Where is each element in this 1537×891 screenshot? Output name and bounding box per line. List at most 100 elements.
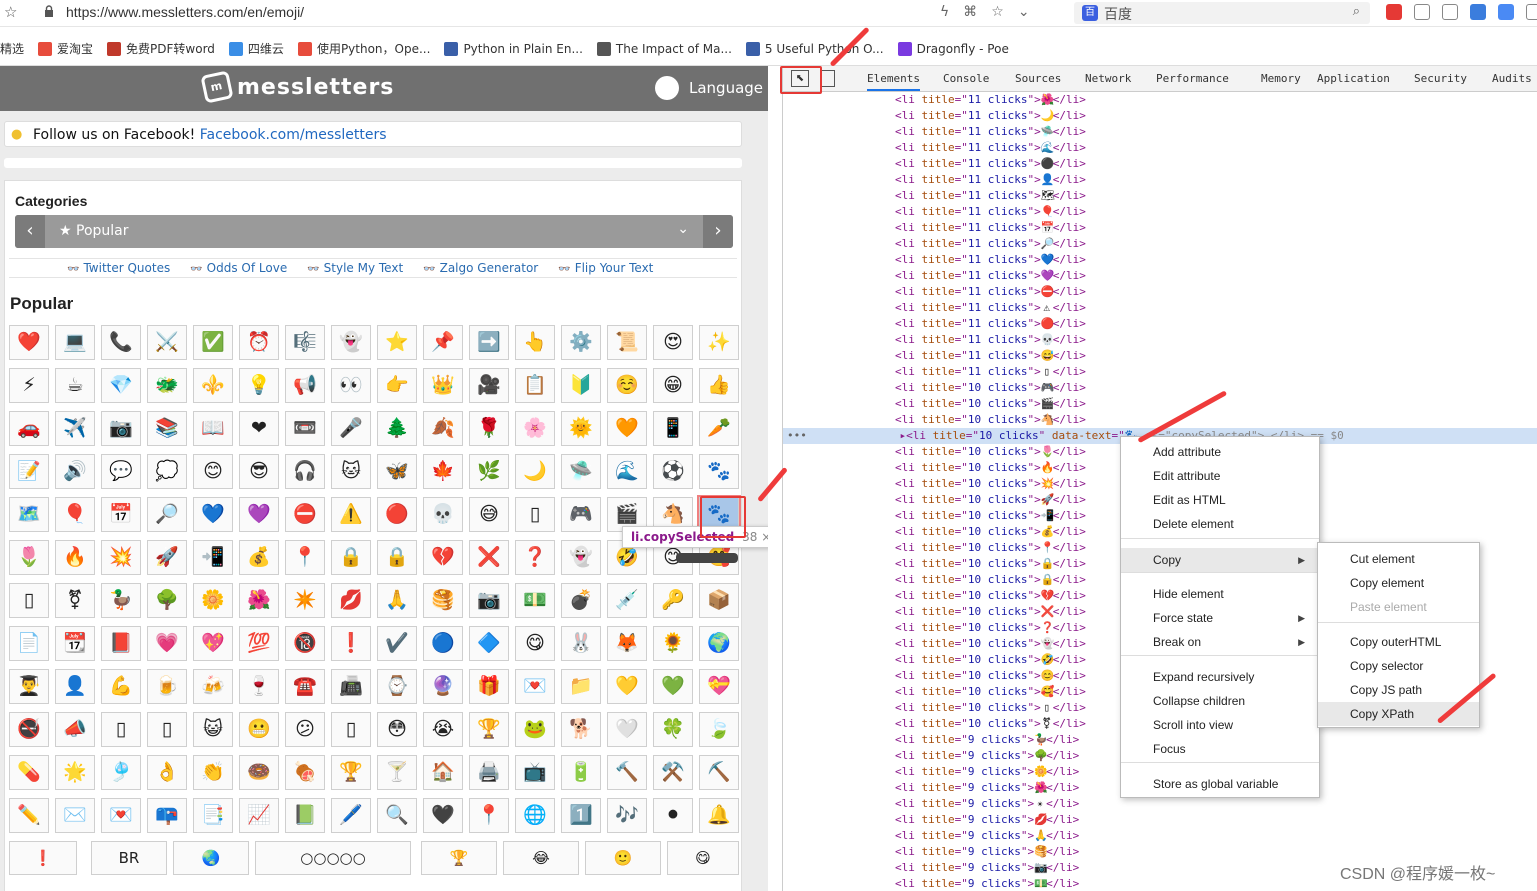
emoji-cell[interactable]: 😊 bbox=[193, 454, 233, 489]
emoji-cell[interactable]: 🔑 bbox=[653, 583, 693, 618]
chevron-down-icon[interactable]: ⌄ bbox=[677, 221, 689, 237]
emoji-cell[interactable]: 📆 bbox=[55, 626, 95, 661]
emoji-cell[interactable]: 📜 bbox=[607, 325, 647, 360]
dom-node-line[interactable]: <li title="10 clicks">🔒</li> bbox=[895, 556, 1086, 572]
dom-node-line[interactable]: <li title="10 clicks">🎮</li> bbox=[895, 380, 1086, 396]
emoji-cell[interactable]: 👉 bbox=[377, 368, 417, 403]
menu-item[interactable]: Edit as HTML bbox=[1121, 488, 1319, 512]
dom-node-line[interactable]: <li title="11 clicks">📅</li> bbox=[895, 220, 1086, 236]
emoji-cell[interactable]: 💣 bbox=[561, 583, 601, 618]
emoji-cell[interactable]: ❓ bbox=[515, 540, 555, 575]
facebook-link[interactable]: Facebook.com/messletters bbox=[200, 127, 387, 143]
emoji-cell[interactable]: 🍺 bbox=[147, 669, 187, 704]
emoji-cell[interactable]: 🍀 bbox=[653, 712, 693, 747]
emoji-cell[interactable]: 🌿 bbox=[469, 454, 509, 489]
emoji-cell[interactable]: 🔒 bbox=[331, 540, 371, 575]
bookmark-star-icon[interactable]: ☆ bbox=[4, 3, 17, 21]
translate-icon[interactable]: ⌘ bbox=[963, 4, 977, 20]
emoji-cell[interactable]: 🎤 bbox=[331, 411, 371, 446]
emoji-cell[interactable]: ☺️ bbox=[607, 368, 647, 403]
emoji-cell[interactable]: ☕ bbox=[55, 368, 95, 403]
emoji-cell[interactable]: 🔎 bbox=[147, 497, 187, 532]
emoji-cell[interactable]: ▯ bbox=[515, 497, 555, 532]
emoji-cell[interactable]: 📱 bbox=[653, 411, 693, 446]
emoji-cell[interactable]: 🌳 bbox=[147, 583, 187, 618]
dom-node-line[interactable]: <li title="10 clicks">😊</li> bbox=[895, 668, 1086, 684]
emoji-cell[interactable]: 😕 bbox=[285, 712, 325, 747]
dom-node-line[interactable]: <li title="10 clicks">💰</li> bbox=[895, 524, 1086, 540]
emoji-cell[interactable]: 💯 bbox=[239, 626, 279, 661]
emoji-cell[interactable]: 🌻 bbox=[653, 626, 693, 661]
emoji-cell[interactable]: ⚫ bbox=[653, 798, 693, 833]
emoji-cell[interactable]: 🎮 bbox=[561, 497, 601, 532]
site-logo[interactable]: m messletters bbox=[200, 70, 394, 104]
search-icon[interactable]: ⌕ bbox=[1353, 4, 1360, 19]
emoji-cell[interactable]: 💋 bbox=[331, 583, 371, 618]
emoji-cell[interactable]: 📷 bbox=[469, 583, 509, 618]
emoji-cell[interactable]: 👀 bbox=[331, 368, 371, 403]
emoji-cell-wide[interactable]: 😋 bbox=[667, 841, 739, 875]
emoji-cell[interactable]: 🐲 bbox=[147, 368, 187, 403]
menu-item[interactable]: Delete element bbox=[1121, 512, 1319, 536]
emoji-cell[interactable]: 👻 bbox=[561, 540, 601, 575]
emoji-cell[interactable]: ☎️ bbox=[285, 669, 325, 704]
emoji-cell[interactable]: 📗 bbox=[285, 798, 325, 833]
emoji-cell[interactable]: 💌 bbox=[515, 669, 555, 704]
tab-elements[interactable]: Elements bbox=[867, 72, 920, 91]
emoji-cell[interactable]: 😋 bbox=[515, 626, 555, 661]
emoji-cell[interactable]: 😁 bbox=[653, 368, 693, 403]
dom-node-line[interactable]: <li title="10 clicks">🎬</li> bbox=[895, 396, 1086, 412]
emoji-cell[interactable]: 🌼 bbox=[193, 583, 233, 618]
emoji-cell[interactable]: 📲 bbox=[193, 540, 233, 575]
emoji-cell[interactable]: 🗺️ bbox=[9, 497, 49, 532]
search-box[interactable]: 百 百度 ⌕ bbox=[1074, 2, 1370, 24]
emoji-cell[interactable]: 📠 bbox=[331, 669, 371, 704]
dom-node-line[interactable]: <li title="11 clicks"> ⚠ </li> bbox=[895, 300, 1086, 316]
menu-item[interactable]: Copy ▶ bbox=[1121, 548, 1319, 572]
emoji-cell[interactable]: 🎼 bbox=[285, 325, 325, 360]
emoji-cell[interactable]: 💌 bbox=[101, 798, 141, 833]
menu-item[interactable]: Hide element bbox=[1121, 582, 1319, 606]
emoji-cell[interactable]: 🔷 bbox=[469, 626, 509, 661]
submenu-item[interactable]: Copy element bbox=[1318, 571, 1479, 595]
emoji-cell[interactable]: 💪 bbox=[101, 669, 141, 704]
dom-node-line[interactable]: <li title="11 clicks">🌊</li> bbox=[895, 140, 1086, 156]
emoji-cell-wide[interactable]: ❗ bbox=[9, 841, 77, 875]
emoji-cell[interactable]: 🍻 bbox=[193, 669, 233, 704]
tab-memory[interactable]: Memory bbox=[1261, 72, 1301, 85]
emoji-cell[interactable]: 💊 bbox=[9, 755, 49, 790]
dom-node-line[interactable]: <li title="10 clicks">📍</li> bbox=[895, 540, 1086, 556]
emoji-cell[interactable]: ⏰ bbox=[239, 325, 279, 360]
dom-node-line[interactable]: <li title="9 clicks">🙏</li> bbox=[895, 828, 1079, 844]
menu-item[interactable]: Force state ▶ bbox=[1121, 606, 1319, 630]
emoji-cell[interactable]: 📚 bbox=[147, 411, 187, 446]
emoji-cell[interactable]: 🌸 bbox=[515, 411, 555, 446]
emoji-cell[interactable]: 🎐 bbox=[101, 755, 141, 790]
dom-node-line[interactable]: <li title="11 clicks">⚫</li> bbox=[895, 156, 1086, 172]
emoji-cell[interactable]: 🌍 bbox=[699, 626, 739, 661]
emoji-cell[interactable]: 🌷 bbox=[9, 540, 49, 575]
emoji-cell[interactable]: ⚠️ bbox=[331, 497, 371, 532]
emoji-cell[interactable]: 📕 bbox=[101, 626, 141, 661]
dom-node-line[interactable]: <li title="11 clicks">🌺</li> bbox=[895, 92, 1086, 108]
emoji-cell-wide[interactable]: 🏆 bbox=[421, 841, 497, 875]
dom-node-line[interactable]: <li title="10 clicks">💥</li> bbox=[895, 476, 1086, 492]
tool-link[interactable]: Style My Text bbox=[307, 261, 404, 275]
emoji-cell[interactable]: 😭 bbox=[423, 712, 463, 747]
emoji-cell[interactable]: 📋 bbox=[515, 368, 555, 403]
bookmark-item[interactable]: 5 Useful Python O... bbox=[745, 40, 884, 57]
emoji-cell[interactable]: 👌 bbox=[147, 755, 187, 790]
emoji-cell[interactable]: ⚽ bbox=[653, 454, 693, 489]
dom-node-line[interactable]: <li title="9 clicks">🌳</li> bbox=[895, 748, 1079, 764]
language-selector[interactable]: Language bbox=[655, 76, 763, 100]
emoji-cell[interactable]: 💜 bbox=[239, 497, 279, 532]
emoji-cell[interactable]: ❌ bbox=[469, 540, 509, 575]
menu-item[interactable]: Scroll into view bbox=[1121, 713, 1319, 737]
dom-node-line[interactable]: <li title="10 clicks"> ▯ </li> bbox=[895, 700, 1086, 716]
device-toolbar-icon[interactable] bbox=[821, 70, 835, 87]
emoji-cell[interactable]: ✴️ bbox=[285, 583, 325, 618]
emoji-cell[interactable]: 🚗 bbox=[9, 411, 49, 446]
tab-console[interactable]: Console bbox=[943, 72, 989, 85]
submenu-item[interactable]: Copy outerHTML bbox=[1318, 630, 1479, 654]
dom-node-line[interactable]: <li title="10 clicks">🤣</li> bbox=[895, 652, 1086, 668]
